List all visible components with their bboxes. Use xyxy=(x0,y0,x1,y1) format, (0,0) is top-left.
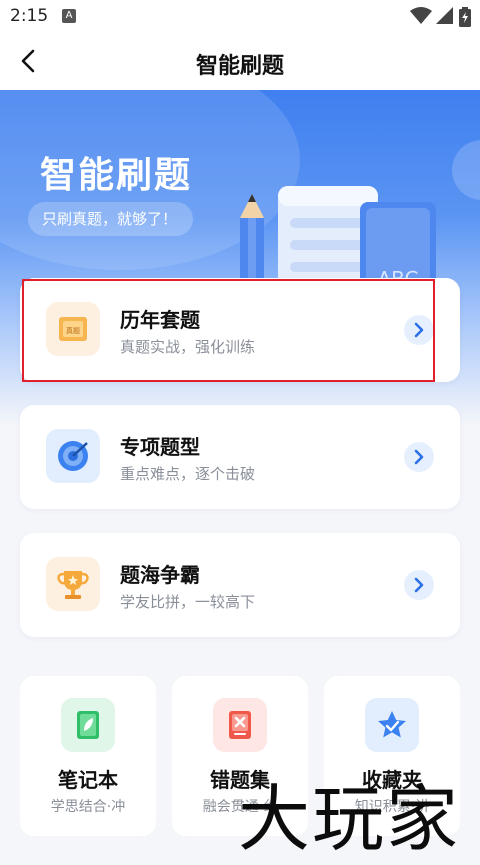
card-competition[interactable]: 题海争霸 学友比拼，一较高下 xyxy=(20,533,460,637)
selection-highlight xyxy=(22,279,435,382)
page-title: 智能刷题 xyxy=(195,54,284,79)
notebook-icon xyxy=(61,698,115,752)
nav-bar: 智能刷题 xyxy=(0,34,480,90)
hero-slogan: 只刷真题，就够了！ xyxy=(28,202,194,236)
status-time: 2:15 xyxy=(10,6,49,26)
tile-notebook[interactable]: 笔记本 学思结合·冲 xyxy=(20,676,156,836)
hero-title: 智能刷题 xyxy=(40,155,193,196)
card-special-topics[interactable]: 专项题型 重点难点，逐个击破 xyxy=(20,405,460,509)
star-icon xyxy=(365,698,419,752)
card-title: 题海争霸 xyxy=(120,563,200,587)
wifi-icon xyxy=(410,7,432,24)
target-icon xyxy=(46,429,100,483)
mistake-book-icon xyxy=(213,698,267,752)
card-title: 专项题型 xyxy=(120,435,200,459)
watermark-logo: 大玩家 xyxy=(238,777,461,861)
signal-icon xyxy=(436,7,453,24)
card-subtitle: 重点难点，逐个击破 xyxy=(120,465,256,483)
tile-title: 笔记本 xyxy=(58,768,118,792)
status-bar: 2:15 A xyxy=(0,0,480,34)
battery-icon xyxy=(459,7,471,27)
hero-bubble xyxy=(452,140,480,200)
card-subtitle: 学友比拼，一较高下 xyxy=(120,593,256,611)
chevron-right-icon[interactable] xyxy=(404,570,434,600)
tile-subtitle: 学思结合·冲 xyxy=(50,799,126,815)
chevron-right-icon[interactable] xyxy=(404,442,434,472)
notification-a-icon: A xyxy=(62,9,76,23)
trophy-icon xyxy=(46,557,100,611)
